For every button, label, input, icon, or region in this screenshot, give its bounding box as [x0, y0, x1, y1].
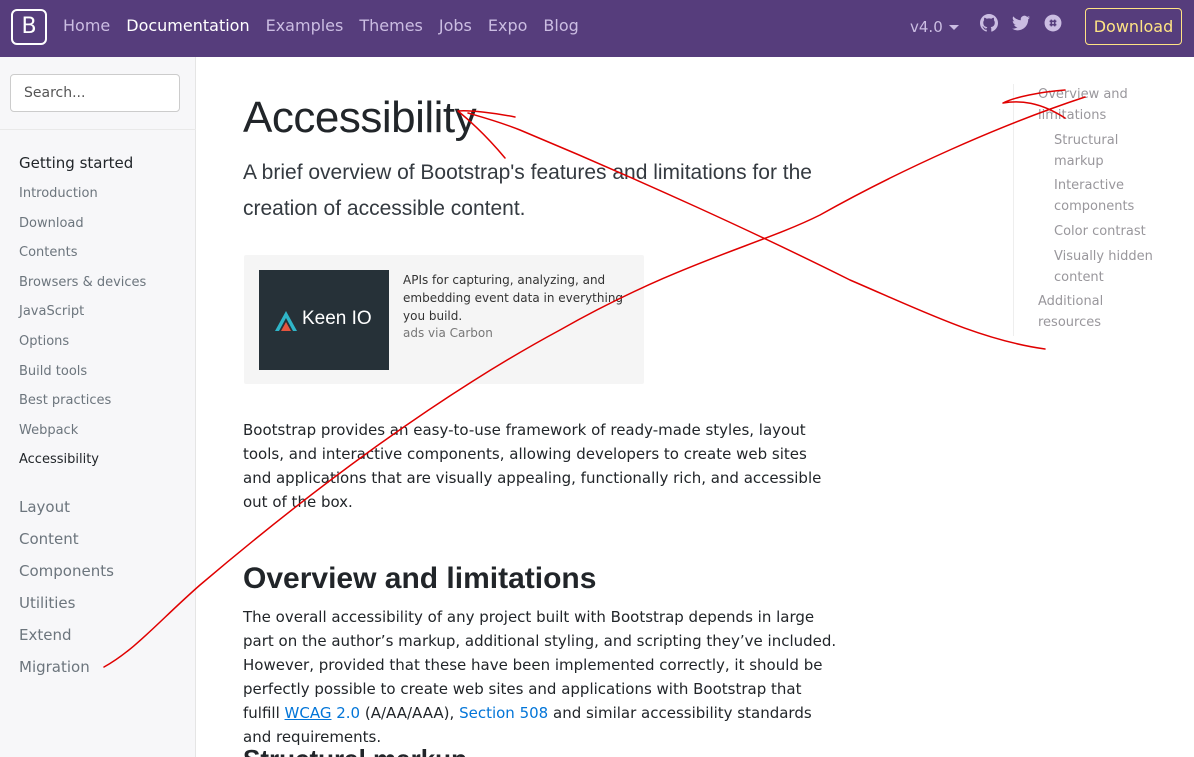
slack-icon[interactable] — [1044, 14, 1062, 32]
sidebar-group-layout[interactable]: Layout — [19, 498, 70, 516]
toc-item-structural-markup[interactable]: Structural markup — [1054, 130, 1154, 172]
sidebar-group-content[interactable]: Content — [19, 530, 79, 548]
twitter-icon[interactable] — [1012, 14, 1030, 32]
sidebar-group-utilities[interactable]: Utilities — [19, 594, 75, 612]
sidebar-item-build-tools[interactable]: Build tools — [19, 364, 87, 379]
top-navbar: B Home Documentation Examples Themes Job… — [0, 0, 1194, 57]
sidebar-item-browsers-devices[interactable]: Browsers & devices — [19, 275, 146, 290]
section-heading-structural-markup: Structural markup — [243, 744, 467, 757]
carbon-ad[interactable]: Keen IO APIs for capturing, analyzing, a… — [244, 255, 644, 384]
sidebar-group-extend[interactable]: Extend — [19, 626, 72, 644]
page-title: Accessibility — [243, 93, 477, 142]
toc-item-overview[interactable]: Overview and limitations — [1038, 84, 1148, 126]
nav-examples[interactable]: Examples — [266, 16, 344, 35]
intro-paragraph: Bootstrap provides an easy-to-use framew… — [243, 421, 822, 511]
nav-home[interactable]: Home — [63, 16, 110, 35]
github-icon[interactable] — [980, 14, 998, 32]
search-input[interactable] — [10, 74, 180, 112]
ad-logo-text: Keen IO — [302, 308, 372, 329]
nav-expo[interactable]: Expo — [488, 16, 528, 35]
overview-paragraph: The overall accessibility of any project… — [243, 605, 839, 749]
sidebar-item-best-practices[interactable]: Best practices — [19, 393, 111, 408]
table-of-contents: Overview and limitations Structural mark… — [1013, 84, 1194, 336]
nav-blog[interactable]: Blog — [543, 16, 578, 35]
sidebar-item-accessibility[interactable]: Accessibility — [19, 452, 99, 467]
ad-text[interactable]: APIs for capturing, analyzing, and embed… — [403, 271, 628, 325]
toc-item-interactive-components[interactable]: Interactive components — [1054, 175, 1154, 217]
bootstrap-logo[interactable]: B — [11, 9, 47, 45]
sidebar-item-contents[interactable]: Contents — [19, 245, 77, 260]
toc-item-visually-hidden-content[interactable]: Visually hidden content — [1054, 246, 1164, 288]
sidebar-group-getting-started[interactable]: Getting started — [19, 154, 133, 172]
ad-image[interactable]: Keen IO — [259, 270, 389, 370]
version-dropdown[interactable]: v4.0 — [910, 18, 959, 36]
wcag-link[interactable]: WCAG — [285, 704, 332, 722]
sidebar-item-javascript[interactable]: JavaScript — [19, 304, 84, 319]
sidebar-item-webpack[interactable]: Webpack — [19, 423, 78, 438]
sidebar-item-introduction[interactable]: Introduction — [19, 186, 98, 201]
toc-item-color-contrast[interactable]: Color contrast — [1054, 221, 1184, 242]
sidebar-group-migration[interactable]: Migration — [19, 658, 90, 676]
wcag-version-link[interactable]: 2.0 — [336, 704, 360, 722]
overview-text-2: (A/AA/AAA), — [364, 704, 455, 722]
keen-io-logo-icon — [275, 311, 297, 331]
toc-item-additional-resources[interactable]: Additional resources — [1038, 291, 1128, 333]
section-heading-overview: Overview and limitations — [243, 562, 597, 595]
section-508-link[interactable]: Section 508 — [459, 704, 548, 722]
sidebar-group-components[interactable]: Components — [19, 562, 114, 580]
ad-via-carbon[interactable]: ads via Carbon — [403, 326, 493, 340]
nav-jobs[interactable]: Jobs — [439, 16, 472, 35]
chevron-down-icon — [948, 25, 959, 30]
download-button[interactable]: Download — [1085, 8, 1182, 45]
nav-themes[interactable]: Themes — [359, 16, 423, 35]
nav-links: Home Documentation Examples Themes Jobs … — [63, 16, 595, 35]
version-label: v4.0 — [910, 18, 943, 36]
page-lead: A brief overview of Bootstrap's features… — [243, 161, 812, 220]
sidebar-item-options[interactable]: Options — [19, 334, 69, 349]
docs-sidebar: Getting started Introduction Download Co… — [0, 57, 196, 757]
sidebar-divider — [0, 129, 196, 130]
nav-documentation[interactable]: Documentation — [126, 16, 249, 35]
sidebar-item-download[interactable]: Download — [19, 216, 84, 231]
